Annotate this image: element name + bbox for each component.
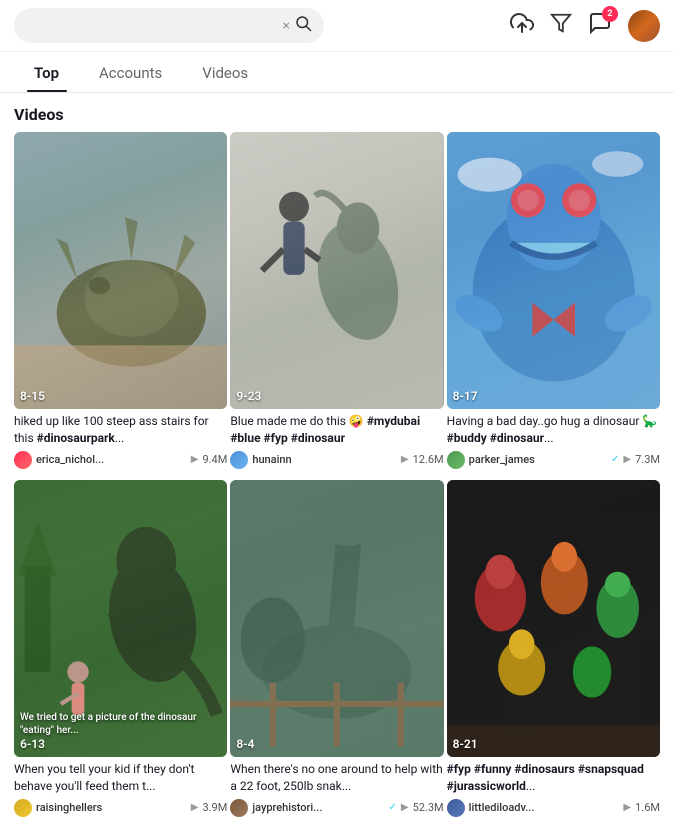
video-thumb-3: 8-17	[447, 132, 660, 409]
video-thumb-5: 8-4	[230, 480, 443, 757]
header: #dinosaur × 2	[0, 0, 674, 52]
video-avatar-2	[230, 451, 248, 469]
video-caption-2: Blue made me do this 🤪 #mydubai #blue #f…	[230, 413, 443, 447]
video-views-3: 7.3M	[635, 453, 660, 466]
video-duration-5: 8-4	[236, 737, 254, 751]
clear-icon[interactable]: ×	[283, 18, 290, 34]
video-duration-1: 8-15	[20, 389, 45, 403]
video-avatar-4	[14, 799, 32, 817]
video-info-6: #fyp #funny #dinosaurs #snapsquad #juras…	[447, 757, 660, 825]
video-caption-5: When there's no one around to help with …	[230, 761, 443, 795]
video-thumbnail-3	[447, 132, 660, 409]
video-thumb-4: We tried to get a picture of the dinosau…	[14, 480, 227, 757]
video-thumbnail-1	[14, 132, 227, 409]
upload-icon[interactable]	[510, 11, 534, 41]
verified-icon-5: ✓	[389, 802, 397, 813]
video-views-4: 3.9M	[202, 801, 227, 814]
video-meta-5: jayprehistori... ✓ ▶ 52.3M	[230, 799, 443, 817]
video-info-2: Blue made me do this 🤪 #mydubai #blue #f…	[230, 409, 443, 477]
video-duration-6: 8-21	[453, 737, 478, 751]
video-item-5[interactable]: 8-4 When there's no one around to help w…	[230, 480, 443, 825]
tab-videos[interactable]: Videos	[182, 52, 268, 92]
video-username-1: erica_nichol...	[36, 453, 187, 466]
video-meta-4: raisinghellers ▶ 3.9M	[14, 799, 227, 817]
verified-icon-3: ✓	[611, 454, 619, 465]
video-info-1: hiked up like 100 steep ass stairs for t…	[14, 409, 227, 477]
video-thumbnail-6	[447, 480, 660, 757]
tab-top[interactable]: Top	[14, 52, 79, 92]
video-username-4: raisinghellers	[36, 801, 187, 814]
videos-grid: 8-15 hiked up like 100 steep ass stairs …	[0, 132, 674, 825]
video-username-5: jayprehistori...	[252, 801, 384, 814]
video-thumbnail-2	[230, 132, 443, 409]
video-views-6: 1.6M	[635, 801, 660, 814]
video-thumb-6: 8-21	[447, 480, 660, 757]
messages-icon[interactable]: 2	[588, 11, 612, 41]
video-avatar-6	[447, 799, 465, 817]
video-duration-4: 6-13	[20, 737, 45, 751]
video-duration-2: 9-23	[236, 389, 261, 403]
video-username-6: littlediloadv...	[469, 801, 620, 814]
video-caption-4: When you tell your kid if they don't beh…	[14, 761, 227, 795]
search-input[interactable]: #dinosaur	[26, 17, 283, 34]
tab-accounts[interactable]: Accounts	[79, 52, 182, 92]
section-title: Videos	[0, 93, 674, 132]
notification-badge: 2	[602, 6, 618, 22]
video-avatar-3	[447, 451, 465, 469]
video-item-6[interactable]: 8-21 #fyp #funny #dinosaurs #snapsquad #…	[447, 480, 660, 825]
video-avatar-1	[14, 451, 32, 469]
video-duration-3: 8-17	[453, 389, 478, 403]
avatar[interactable]	[628, 10, 660, 42]
play-icon-1: ▶	[191, 454, 199, 465]
video-caption-6: #fyp #funny #dinosaurs #snapsquad #juras…	[447, 761, 660, 795]
video-item-2[interactable]: 9-23 Blue made me do this 🤪 #mydubai #bl…	[230, 132, 443, 477]
video-thumb-1: 8-15	[14, 132, 227, 409]
video-caption-overlay-4: We tried to get a picture of the dinosau…	[20, 711, 221, 737]
search-bar[interactable]: #dinosaur ×	[14, 8, 324, 43]
play-icon-2: ▶	[401, 454, 409, 465]
video-thumbnail-5	[230, 480, 443, 757]
search-icon[interactable]	[294, 14, 312, 37]
play-icon-5: ▶	[401, 802, 409, 813]
video-info-4: When you tell your kid if they don't beh…	[14, 757, 227, 825]
video-meta-1: erica_nichol... ▶ 9.4M	[14, 451, 227, 469]
video-meta-3: parker_james ✓ ▶ 7.3M	[447, 451, 660, 469]
play-icon-3: ▶	[623, 454, 631, 465]
video-info-5: When there's no one around to help with …	[230, 757, 443, 825]
video-username-3: parker_james	[469, 453, 607, 466]
video-meta-2: hunainn ▶ 12.6M	[230, 451, 443, 469]
video-caption-1: hiked up like 100 steep ass stairs for t…	[14, 413, 227, 447]
video-views-5: 52.3M	[413, 801, 444, 814]
play-icon-6: ▶	[623, 802, 631, 813]
video-thumb-2: 9-23	[230, 132, 443, 409]
tabs: Top Accounts Videos	[0, 52, 674, 93]
video-item-4[interactable]: We tried to get a picture of the dinosau…	[14, 480, 227, 825]
video-avatar-5	[230, 799, 248, 817]
video-item-3[interactable]: 8-17 Having a bad day..go hug a dinosaur…	[447, 132, 660, 477]
header-icons: 2	[510, 10, 660, 42]
video-item-1[interactable]: 8-15 hiked up like 100 steep ass stairs …	[14, 132, 227, 477]
play-icon-4: ▶	[191, 802, 199, 813]
video-caption-3: Having a bad day..go hug a dinosaur 🦕 #b…	[447, 413, 660, 447]
video-views-2: 12.6M	[413, 453, 444, 466]
video-info-3: Having a bad day..go hug a dinosaur 🦕 #b…	[447, 409, 660, 477]
video-meta-6: littlediloadv... ▶ 1.6M	[447, 799, 660, 817]
video-username-2: hunainn	[252, 453, 397, 466]
video-views-1: 9.4M	[202, 453, 227, 466]
filter-icon[interactable]	[550, 12, 572, 40]
